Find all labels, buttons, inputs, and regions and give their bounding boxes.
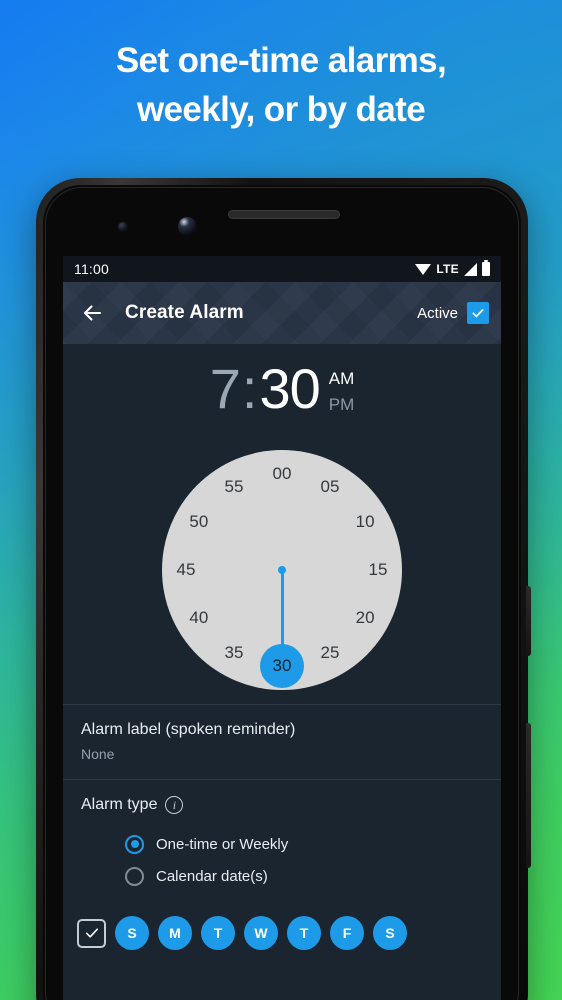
day-pill-0[interactable]: S	[115, 916, 149, 950]
time-colon: :	[241, 357, 258, 420]
clock-dial-face[interactable]: 00 05 10 15 20 25 30 35 40 45 50 55	[162, 450, 402, 690]
clock-minute-55[interactable]: 55	[217, 476, 251, 498]
clock-minute-15[interactable]: 15	[361, 559, 395, 581]
day-pill-3[interactable]: W	[244, 916, 278, 950]
status-bar-clock: 11:00	[74, 261, 109, 277]
radio-option-one-time-weekly[interactable]: One-time or Weekly	[125, 828, 483, 860]
radio-one-time-weekly[interactable]	[125, 834, 144, 854]
promo-headline: Set one-time alarms, weekly, or by date	[0, 36, 562, 134]
day-pill-2[interactable]: T	[201, 916, 235, 950]
select-all-days-checkbox[interactable]	[77, 918, 106, 948]
clock-minute-10[interactable]: 10	[348, 511, 382, 533]
alarm-type-options: One-time or Weekly Calendar date(s)	[81, 828, 483, 892]
headline-line-2: weekly, or by date	[136, 90, 426, 129]
clock-minute-35[interactable]: 35	[217, 642, 251, 664]
clock-minute-00[interactable]: 00	[265, 463, 299, 485]
clock-minute-05[interactable]: 05	[313, 476, 347, 498]
clock-minute-40[interactable]: 40	[182, 607, 216, 629]
active-checkbox[interactable]	[467, 302, 489, 324]
day-of-week-selector[interactable]: SMTWTFS	[63, 907, 501, 950]
app-screen: 11:00 LTE Create Alarm Active 7: 30 AM …	[63, 256, 501, 1000]
page-title: Create Alarm	[125, 302, 244, 323]
day-pill-4[interactable]: T	[287, 916, 321, 950]
radio-option-calendar-dates[interactable]: Calendar date(s)	[125, 860, 483, 892]
signal-icon	[464, 262, 477, 276]
clock-picker[interactable]: 00 05 10 15 20 25 30 35 40 45 50 55	[63, 436, 501, 704]
alarm-label-section[interactable]: Alarm label (spoken reminder) None	[63, 705, 501, 779]
phone-power-button	[526, 586, 531, 656]
minute-value[interactable]: 30	[259, 358, 320, 420]
clock-minute-45[interactable]: 45	[169, 559, 203, 581]
phone-volume-button	[526, 723, 531, 868]
am-option[interactable]: AM	[329, 366, 355, 392]
day-pill-1[interactable]: M	[158, 916, 192, 950]
active-label: Active	[417, 304, 458, 322]
clock-minute-25[interactable]: 25	[313, 642, 347, 664]
pm-option[interactable]: PM	[329, 392, 355, 418]
battery-icon	[482, 260, 490, 276]
clock-selected-minute[interactable]: 30	[260, 644, 304, 688]
day-pill-5[interactable]: F	[330, 916, 364, 950]
time-display: 7 : 30 AM PM	[63, 344, 501, 436]
promo-banner: Set one-time alarms, weekly, or by date …	[0, 0, 562, 1000]
clock-minute-20[interactable]: 20	[348, 607, 382, 629]
clock-minute-50[interactable]: 50	[182, 511, 216, 533]
headline-line-1: Set one-time alarms,	[115, 41, 447, 80]
back-arrow-icon[interactable]	[79, 300, 105, 326]
clock-center-dot	[278, 566, 286, 574]
alarm-type-title: Alarm type	[81, 796, 158, 813]
alarm-type-section: Alarm type i One-time or Weekly Calendar…	[63, 780, 501, 907]
radio-label-one-time-weekly: One-time or Weekly	[156, 835, 289, 853]
wifi-icon	[415, 263, 432, 275]
front-camera-lens-icon	[178, 217, 197, 236]
status-bar: 11:00 LTE	[63, 256, 501, 282]
alarm-type-header: Alarm type i	[81, 794, 483, 816]
network-type-label: LTE	[436, 262, 459, 276]
earpiece-speaker-icon	[228, 210, 340, 219]
day-pill-6[interactable]: S	[373, 916, 407, 950]
alarm-label-title: Alarm label (spoken reminder)	[81, 721, 296, 738]
front-camera-icon	[118, 222, 128, 232]
app-bar: Create Alarm Active	[63, 282, 501, 344]
status-bar-indicators: LTE	[415, 260, 490, 276]
meridiem-selector[interactable]: AM PM	[329, 358, 355, 418]
active-toggle-group[interactable]: Active	[417, 302, 489, 324]
radio-calendar-dates[interactable]	[125, 866, 144, 886]
radio-label-calendar-dates: Calendar date(s)	[156, 867, 268, 885]
hour-value[interactable]: 7	[210, 358, 241, 420]
info-icon[interactable]: i	[165, 796, 184, 814]
alarm-label-value: None	[81, 746, 115, 762]
